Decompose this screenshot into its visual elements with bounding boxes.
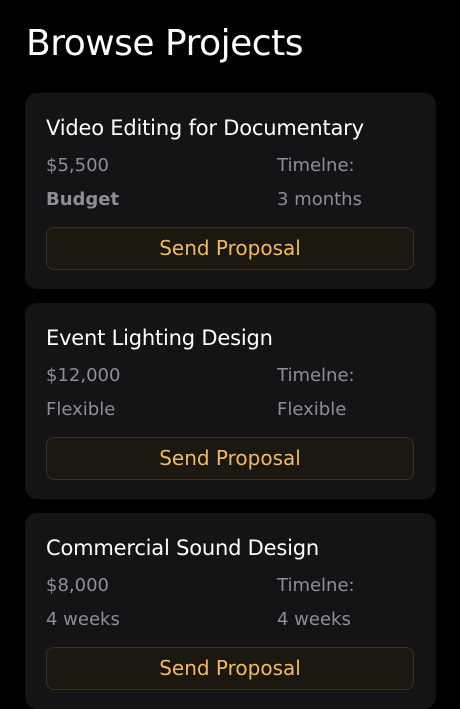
budget-label: Budget [46, 189, 120, 210]
project-card[interactable]: Commercial Sound Design $8,000 Timelne: … [25, 513, 436, 709]
timeline-label: Timelne: [277, 575, 355, 596]
send-proposal-button[interactable]: Send Proposal [46, 437, 414, 480]
project-title: Video Editing for Documentary [46, 116, 364, 140]
project-budget: $5,500 [46, 155, 109, 176]
project-title: Commercial Sound Design [46, 536, 319, 560]
page-title: Browse Projects [26, 23, 303, 64]
project-budget: $8,000 [46, 575, 109, 596]
send-proposal-button[interactable]: Send Proposal [46, 227, 414, 270]
project-budget: $12,000 [46, 365, 121, 386]
project-timeline: 4 weeks [277, 609, 351, 630]
project-card[interactable]: Event Lighting Design $12,000 Timelne: F… [25, 303, 436, 499]
project-timeline: 3 months [277, 189, 362, 210]
timeline-label: Timelne: [277, 365, 355, 386]
send-proposal-button[interactable]: Send Proposal [46, 647, 414, 690]
project-title: Event Lighting Design [46, 326, 273, 350]
budget-label: 4 weeks [46, 609, 120, 630]
budget-label: Flexible [46, 399, 116, 420]
project-card[interactable]: Video Editing for Documentary $5,500 Tim… [25, 93, 436, 289]
timeline-label: Timelne: [277, 155, 355, 176]
project-timeline: Flexible [277, 399, 347, 420]
